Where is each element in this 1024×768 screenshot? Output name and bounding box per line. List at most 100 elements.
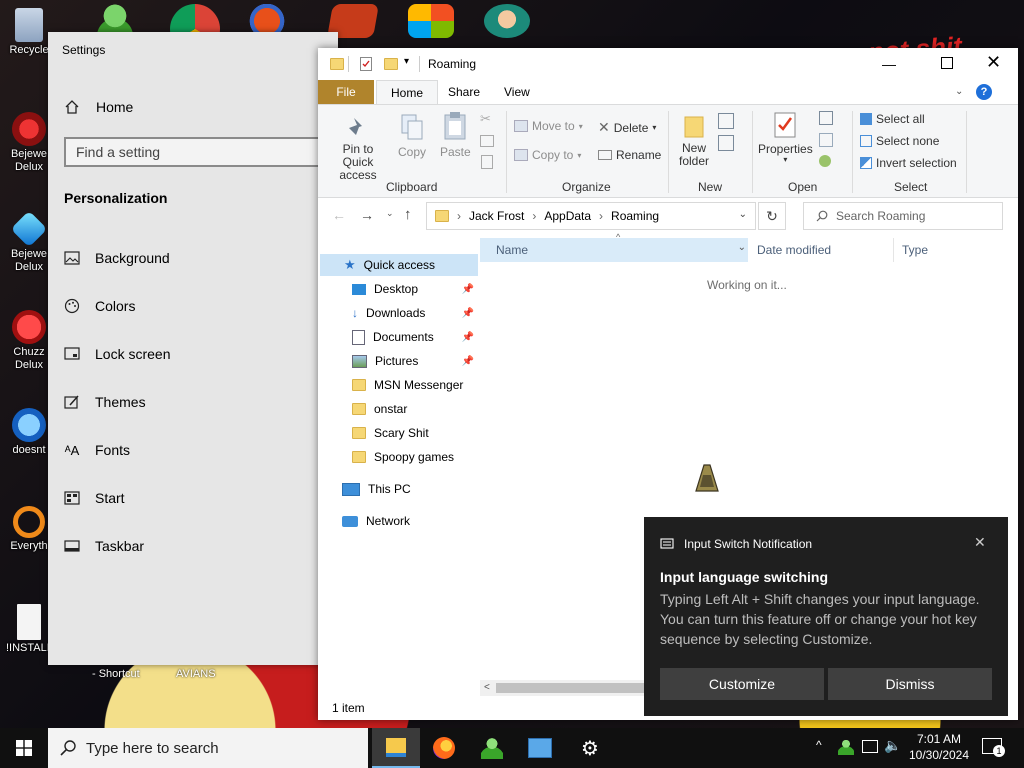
move-to-button[interactable]: Move to ▾ [514,119,583,133]
properties-button[interactable]: Properties ▾ [758,111,813,164]
desktop-icon-everything[interactable]: Everyth [6,506,52,553]
pin-icon[interactable]: 📌 [462,332,474,343]
pin-quick-access-button[interactable]: Pin to Quick access [326,115,390,182]
network-tray-icon[interactable] [862,740,878,753]
home-link[interactable]: Home [64,96,133,118]
select-all-button[interactable]: Select all [860,112,925,126]
edit-icon[interactable] [819,133,833,147]
taskbar-search-box[interactable]: Type here to search [48,728,368,768]
forward-icon[interactable]: → [360,207,374,223]
find-setting-input[interactable]: Find a setting [64,137,326,167]
desktop-icon-recycle-bin[interactable]: Recycle [6,8,52,57]
desktop-icon-install[interactable]: !INSTALL [6,604,53,655]
minimize-icon[interactable]: — [882,56,896,72]
scrollbar-thumb[interactable] [496,683,644,693]
nav-network[interactable]: Network [320,510,478,532]
select-none-button[interactable]: Select none [860,134,939,148]
delete-button[interactable]: ✕ Delete ▾ [598,119,656,136]
character-icon[interactable] [484,4,530,38]
desktop-icon-bejeweled-2[interactable]: Bejewe Delux [6,210,52,274]
desktop-icon-doesnt[interactable]: doesnt [6,408,52,457]
pin-icon[interactable]: 📌 [462,308,474,319]
dismiss-button[interactable]: Dismiss [828,668,992,700]
up-icon[interactable]: ↑ [404,206,412,223]
tab-view[interactable]: View [490,80,544,104]
address-bar[interactable]: › Jack Frost › AppData › Roaming ⌄ [426,202,756,230]
help-icon[interactable]: ? [976,84,992,100]
desktop-icon-chuzzle[interactable]: Chuzz Delux [6,310,52,372]
breadcrumb-item[interactable]: Jack Frost [469,209,524,223]
taskbar-firefox[interactable] [420,728,468,768]
new-folder-quick-icon[interactable] [384,58,398,70]
volume-icon[interactable]: 🔈 [884,737,901,754]
customize-button[interactable]: Customize [660,668,824,700]
maximize-icon[interactable] [941,57,953,69]
scroll-left-icon[interactable]: < [484,682,490,693]
tab-file[interactable]: File [318,80,374,104]
history-icon[interactable] [819,155,831,167]
rename-button[interactable]: Rename [598,148,661,162]
close-icon[interactable]: ✕ [986,52,1001,73]
tab-share[interactable]: Share [434,80,494,104]
taskbar-settings[interactable]: ⚙ [566,728,614,768]
nav-this-pc[interactable]: This PC [320,478,478,500]
settings-item-lock-screen[interactable]: Lock screen [64,343,170,365]
customize-toolbar-icon[interactable]: ▾ [404,56,409,67]
action-center-icon[interactable]: 1 [982,738,1005,757]
properties-quick-icon[interactable] [360,57,372,71]
column-header-type[interactable]: Type [902,238,1012,262]
nav-folder-onstar[interactable]: onstar [320,398,478,420]
collapse-ribbon-icon[interactable]: ⌄ [955,86,963,97]
settings-item-themes[interactable]: Themes [64,391,146,413]
windows-app-icon[interactable] [408,4,454,38]
paste-button[interactable]: Paste [440,111,471,159]
refresh-icon[interactable]: ↻ [758,202,786,230]
nav-folder-msn-messenger[interactable]: MSN Messenger [320,374,478,396]
open-icon[interactable] [819,111,833,125]
horizontal-scrollbar[interactable]: < [480,680,644,696]
new-item-icon[interactable] [718,113,734,129]
nav-folder-spoopy-games[interactable]: Spoopy games [320,446,478,468]
cut-icon[interactable]: ✂ [480,111,491,127]
taskbar-file-explorer[interactable] [372,728,420,768]
settings-item-taskbar[interactable]: Taskbar [64,535,144,557]
nav-pictures[interactable]: Pictures 📌 [320,350,478,372]
column-header-date-modified[interactable]: Date modified [757,238,894,262]
nav-quick-access[interactable]: ★ Quick access [320,254,478,276]
settings-item-colors[interactable]: Colors [64,295,135,317]
taskbar-control-panel[interactable] [516,728,564,768]
close-icon[interactable]: ✕ [974,534,986,551]
taskbar-msn-messenger[interactable] [468,728,516,768]
copy-path-icon[interactable] [480,135,494,147]
pin-icon[interactable]: 📌 [462,356,474,367]
address-dropdown-icon[interactable]: ⌄ [739,209,747,220]
nav-folder-scary-shit[interactable]: Scary Shit [320,422,478,444]
invert-selection-button[interactable]: Invert selection [860,156,957,170]
nav-desktop[interactable]: Desktop 📌 [320,278,478,300]
column-dropdown-icon[interactable]: ⌄ [738,242,746,253]
search-input[interactable]: Search Roaming [803,202,1003,230]
pin-icon[interactable]: 📌 [462,284,474,295]
copy-button[interactable]: Copy [398,113,426,159]
breadcrumb-item[interactable]: Roaming [611,209,659,223]
settings-item-start[interactable]: Start [64,487,125,509]
desktop-icon-bejeweled-1[interactable]: Bejewe Delux [6,112,52,174]
settings-item-background[interactable]: Background [64,247,170,269]
copy-to-button[interactable]: Copy to ▾ [514,148,581,162]
msn-messenger-icon [481,737,503,759]
easy-access-icon[interactable] [718,135,734,151]
recent-locations-icon[interactable]: ⌄ [386,208,394,219]
breadcrumb-item[interactable]: AppData [544,209,591,223]
nav-documents[interactable]: Documents 📌 [320,326,478,348]
clock[interactable]: 7:01 AM 10/30/2024 [904,731,974,763]
show-hidden-icons-icon[interactable]: ^ [816,738,822,752]
paste-shortcut-icon[interactable] [481,155,493,169]
start-button[interactable] [0,728,48,768]
settings-item-fonts[interactable]: ᴬA Fonts [64,439,130,461]
column-header-name[interactable]: Name ^ ⌄ [480,232,748,262]
new-folder-button[interactable]: New folder [679,113,709,168]
messenger-tray-icon[interactable] [838,739,854,755]
tab-home[interactable]: Home [376,80,439,104]
nav-downloads[interactable]: ↓ Downloads 📌 [320,302,478,324]
back-icon[interactable]: ← [332,207,346,223]
